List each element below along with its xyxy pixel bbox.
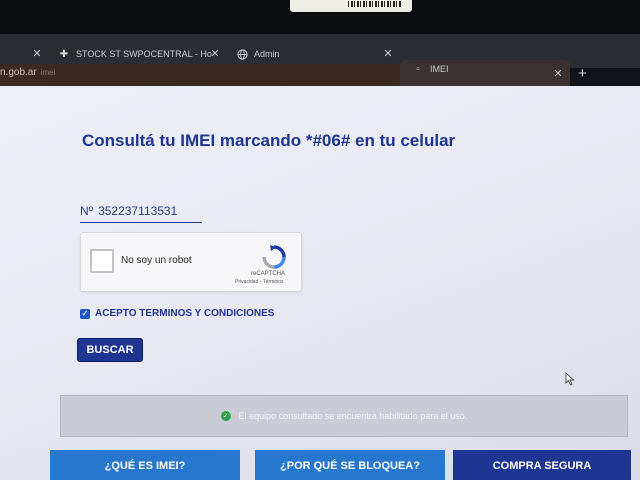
recaptcha-label: No soy un robot: [121, 255, 192, 266]
recaptcha-links[interactable]: Privacidad - Términos: [235, 279, 284, 285]
page-icon: ▫: [416, 63, 420, 75]
status-text: El equipo consultado se encuentra habili…: [238, 411, 468, 421]
tab-close-icon[interactable]: ✕: [208, 44, 222, 62]
terms-checkbox[interactable]: ✓: [80, 308, 90, 319]
status-message: ✓ El equipo consultado se encuentra habi…: [60, 395, 628, 437]
new-tab-button[interactable]: +: [578, 65, 587, 82]
recaptcha-widget: No soy un robot reCAPTCHA Privacidad - T…: [80, 232, 302, 292]
tab-label: STOCK ST SWPOCENTRAL - Ho: [76, 49, 212, 59]
barcode: [348, 1, 402, 7]
what-is-imei-button[interactable]: ¿QUÉ ES IMEI?: [50, 450, 240, 480]
tab-label: IMEI: [430, 64, 449, 74]
tab-label: Admin: [254, 49, 280, 59]
tab-imei[interactable]: ▫ IMEI: [412, 57, 449, 81]
tab-close-icon[interactable]: ✕: [551, 64, 565, 82]
imei-label: Nº: [80, 204, 94, 218]
page-title: Consultá tu IMEI marcando *#06# en tu ce…: [82, 131, 456, 150]
imei-value: 352237113531: [98, 204, 178, 218]
tab-stock[interactable]: ✚ STOCK ST SWPOCENTRAL - Ho: [58, 42, 212, 66]
globe-icon: [236, 48, 248, 60]
imei-input[interactable]: Nº 352237113531: [80, 200, 202, 223]
recaptcha-brand: reCAPTCHA: [251, 271, 286, 277]
plus-cross-icon: ✚: [59, 48, 69, 60]
tab-close-icon[interactable]: ✕: [30, 44, 44, 62]
address-text[interactable]: n.gob.ar imei: [0, 67, 55, 78]
terms-row[interactable]: ✓ ACEPTO TERMINOS Y CONDICIONES: [80, 308, 274, 319]
mouse-cursor-icon: [565, 372, 575, 386]
recaptcha-logo-icon: [262, 245, 286, 269]
barcode-sticker: [290, 0, 412, 12]
safe-purchase-button[interactable]: COMPRA SEGURA: [453, 450, 631, 480]
search-button[interactable]: BUSCAR: [78, 339, 142, 361]
check-circle-icon: ✓: [220, 411, 231, 421]
recaptcha-checkbox[interactable]: [90, 249, 114, 273]
tab-close-icon[interactable]: ✕: [381, 44, 395, 62]
address-bar[interactable]: [0, 64, 400, 86]
tab-admin[interactable]: Admin: [236, 42, 280, 66]
terms-label: ACEPTO TERMINOS Y CONDICIONES: [95, 308, 275, 319]
why-blocked-button[interactable]: ¿POR QUÉ SE BLOQUEA?: [255, 450, 445, 480]
